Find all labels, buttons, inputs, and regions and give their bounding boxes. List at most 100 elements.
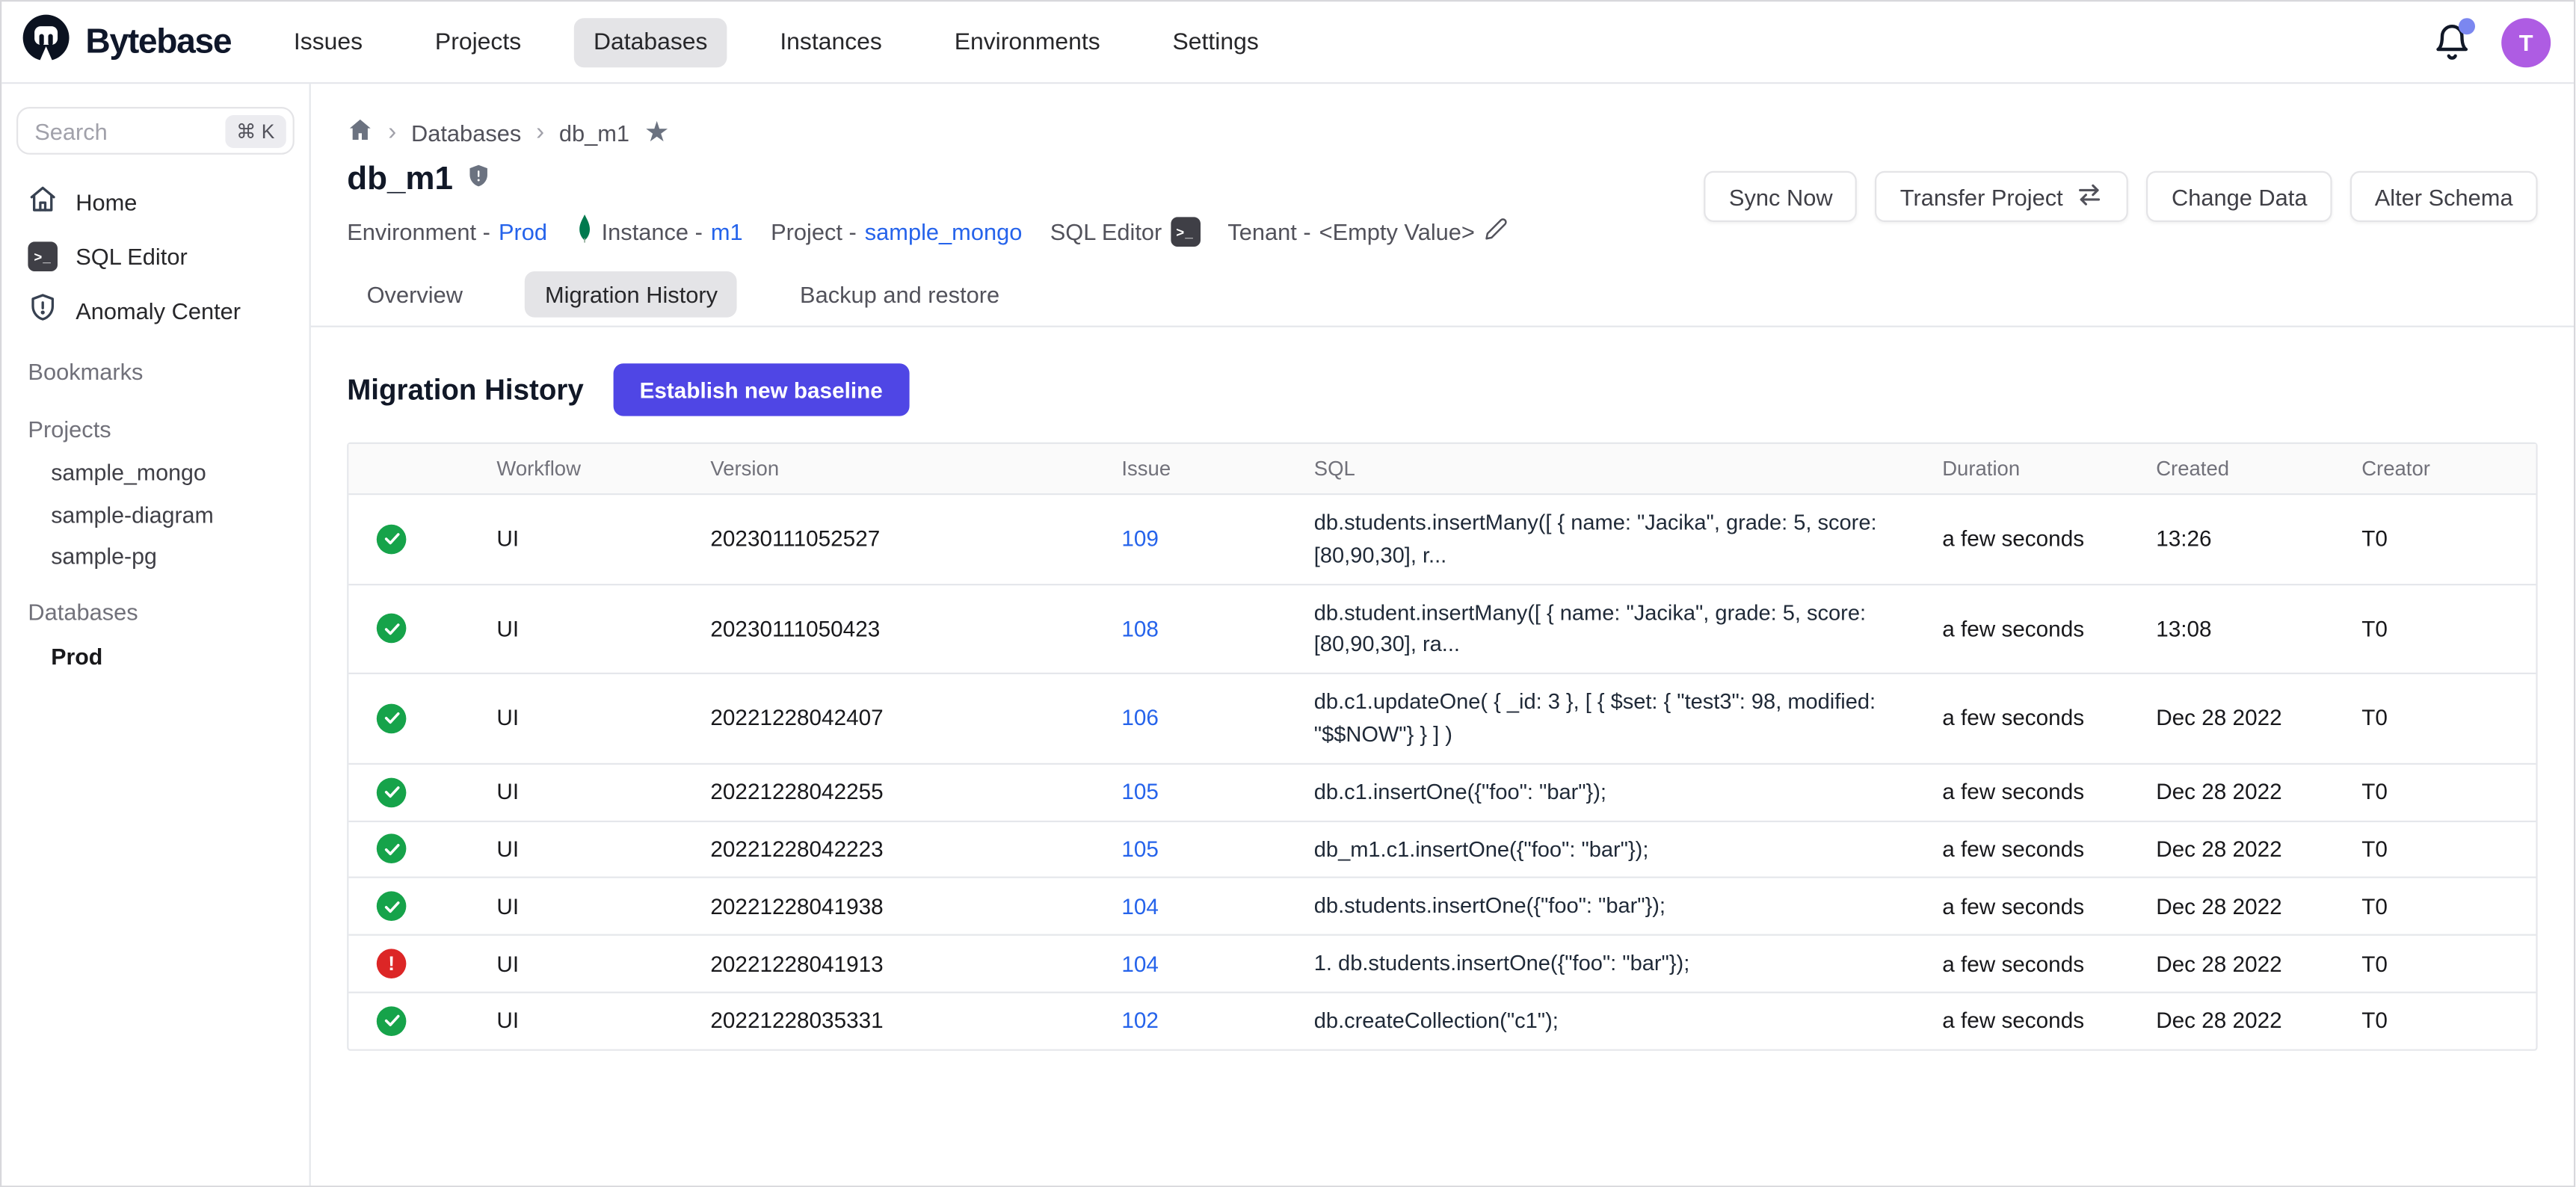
sql-editor-label: SQL Editor — [1050, 218, 1162, 244]
section-title: Migration History — [347, 372, 584, 407]
sidebar-database-prod[interactable]: Prod — [1, 635, 309, 677]
issue-link[interactable]: 105 — [1121, 780, 1159, 804]
sql-cell: 1. db.students.insertOne({"foo": "bar"})… — [1314, 936, 1942, 991]
sql-editor-terminal-icon[interactable]: >_ — [1170, 216, 1200, 246]
issue-link[interactable]: 104 — [1121, 952, 1159, 976]
creator-cell: T0 — [2361, 894, 2536, 919]
app-body: ⌘ K Home >_ SQL Editor — [1, 84, 2574, 1186]
sidebar-item-anomaly-center[interactable]: Anomaly Center — [1, 283, 309, 337]
version-cell: 20221228042223 — [710, 837, 1121, 862]
notification-dot — [2459, 17, 2475, 34]
top-nav-right: T — [2432, 17, 2554, 67]
status-icon: ! — [377, 834, 407, 864]
nav-item-projects[interactable]: Projects — [416, 17, 541, 67]
table-row[interactable]: ! UI 20221228041938 104 db.students.inse… — [348, 877, 2536, 934]
edit-pencil-icon[interactable] — [1483, 216, 1508, 246]
nav-item-settings[interactable]: Settings — [1153, 17, 1278, 67]
issue-link[interactable]: 108 — [1121, 617, 1159, 641]
sidebar-project-sample-diagram[interactable]: sample-diagram — [1, 494, 309, 536]
instance-label: Instance - — [602, 218, 703, 244]
tab-migration-history[interactable]: Migration History — [526, 271, 738, 318]
bookmark-star-icon[interactable]: ★ — [644, 118, 670, 146]
creator-cell: T0 — [2361, 952, 2536, 976]
breadcrumb-db-m1[interactable]: db_m1 — [559, 120, 629, 146]
workflow-cell: UI — [496, 1008, 710, 1033]
sidebar-item-label: SQL Editor — [76, 243, 188, 269]
sql-cell: db.createCollection("c1"); — [1314, 993, 1942, 1049]
table-row[interactable]: ! UI 20221228042255 105 db.c1.insertOne(… — [348, 762, 2536, 820]
created-cell: Dec 28 2022 — [2156, 780, 2361, 804]
sidebar-section-bookmarks: Bookmarks — [1, 347, 309, 395]
creator-cell: T0 — [2361, 706, 2536, 731]
sidebar-project-sample-pg[interactable]: sample-pg — [1, 536, 309, 578]
sql-cell: db.students.insertOne({"foo": "bar"}); — [1314, 879, 1942, 934]
environment-link[interactable]: Prod — [499, 218, 547, 244]
migration-history-section: Migration History Establish new baseline… — [311, 363, 2574, 1050]
top-nav: Bytebase Issues Projects Databases Insta… — [1, 1, 2574, 84]
status-icon: ! — [377, 1006, 407, 1036]
duration-cell: a few seconds — [1942, 894, 2156, 919]
nav-item-databases[interactable]: Databases — [574, 17, 727, 67]
workflow-cell: UI — [496, 837, 710, 862]
workflow-cell: UI — [496, 527, 710, 552]
sql-cell: db.students.insertMany([ { name: "Jacika… — [1314, 495, 1942, 583]
breadcrumb-home-icon[interactable] — [347, 117, 373, 148]
breadcrumb-databases[interactable]: Databases — [411, 120, 521, 146]
nav-item-issues[interactable]: Issues — [274, 17, 383, 67]
column-header-creator: Creator — [2361, 457, 2536, 481]
sidebar-project-sample-mongo[interactable]: sample_mongo — [1, 452, 309, 494]
table-row[interactable]: ! UI 20230111050423 108 db.student.inser… — [348, 583, 2536, 673]
search-input[interactable] — [34, 117, 224, 144]
issue-link[interactable]: 106 — [1121, 706, 1159, 731]
tenant-label: Tenant - — [1227, 218, 1310, 244]
version-cell: 20221228042407 — [710, 706, 1121, 731]
project-label: Project - — [771, 218, 857, 244]
issue-link[interactable]: 102 — [1121, 1008, 1159, 1033]
page-header-left: db_m1 Environment - Prod — [347, 161, 1508, 249]
search-shortcut-badge: ⌘ K — [225, 114, 286, 147]
created-cell: 13:08 — [2156, 617, 2361, 641]
creator-cell: T0 — [2361, 617, 2536, 641]
table-row[interactable]: ! UI 20230111052527 109 db.students.inse… — [348, 493, 2536, 583]
issue-link[interactable]: 109 — [1121, 527, 1159, 552]
status-icon: ! — [377, 892, 407, 922]
table-row[interactable]: ! UI 20221228041913 104 1. db.students.i… — [348, 934, 2536, 992]
issue-link[interactable]: 104 — [1121, 894, 1159, 919]
sidebar-item-sql-editor[interactable]: >_ SQL Editor — [1, 229, 309, 283]
breadcrumb: › Databases › db_m1 ★ — [347, 117, 2537, 148]
workflow-cell: UI — [496, 952, 710, 976]
table-row[interactable]: ! UI 20221228042407 106 db.c1.updateOne(… — [348, 673, 2536, 762]
tab-overview[interactable]: Overview — [347, 271, 482, 318]
user-avatar[interactable]: T — [2501, 17, 2551, 67]
nav-item-environments[interactable]: Environments — [934, 17, 1120, 67]
change-data-button[interactable]: Change Data — [2147, 171, 2332, 222]
instance-link[interactable]: m1 — [711, 218, 743, 244]
created-cell: 13:26 — [2156, 527, 2361, 552]
sync-now-button[interactable]: Sync Now — [1704, 171, 1858, 222]
tab-backup-and-restore[interactable]: Backup and restore — [780, 271, 1020, 318]
created-cell: Dec 28 2022 — [2156, 952, 2361, 976]
nav-item-instances[interactable]: Instances — [760, 17, 902, 67]
column-header-workflow: Workflow — [496, 457, 710, 481]
sql-cell: db.c1.insertOne({"foo": "bar"}); — [1314, 765, 1942, 820]
table-row[interactable]: ! UI 20221228035331 102 db.createCollect… — [348, 992, 2536, 1049]
project-link[interactable]: sample_mongo — [865, 218, 1023, 244]
notification-bell-icon[interactable] — [2432, 22, 2472, 62]
bytebase-logo[interactable]: Bytebase — [22, 13, 232, 71]
migration-table-header: Workflow Version Issue SQL Duration Crea… — [348, 444, 2536, 493]
issue-link[interactable]: 105 — [1121, 837, 1159, 862]
establish-new-baseline-button[interactable]: Establish new baseline — [613, 363, 909, 416]
version-cell: 20230111052527 — [710, 527, 1121, 552]
alter-schema-button[interactable]: Alter Schema — [2350, 171, 2538, 222]
table-row[interactable]: ! UI 20221228042223 105 db_m1.c1.insertO… — [348, 820, 2536, 878]
created-cell: Dec 28 2022 — [2156, 837, 2361, 862]
sidebar-item-home[interactable]: Home — [1, 174, 309, 229]
creator-cell: T0 — [2361, 780, 2536, 804]
creator-cell: T0 — [2361, 527, 2536, 552]
transfer-project-button[interactable]: Transfer Project — [1876, 171, 2129, 222]
sidebar-item-label: Home — [76, 188, 137, 215]
column-header-created: Created — [2156, 457, 2361, 481]
sql-cell: db.c1.updateOne( { _id: 3 }, [ { $set: {… — [1314, 674, 1942, 762]
version-cell: 20230111050423 — [710, 617, 1121, 641]
version-cell: 20221228041913 — [710, 952, 1121, 976]
